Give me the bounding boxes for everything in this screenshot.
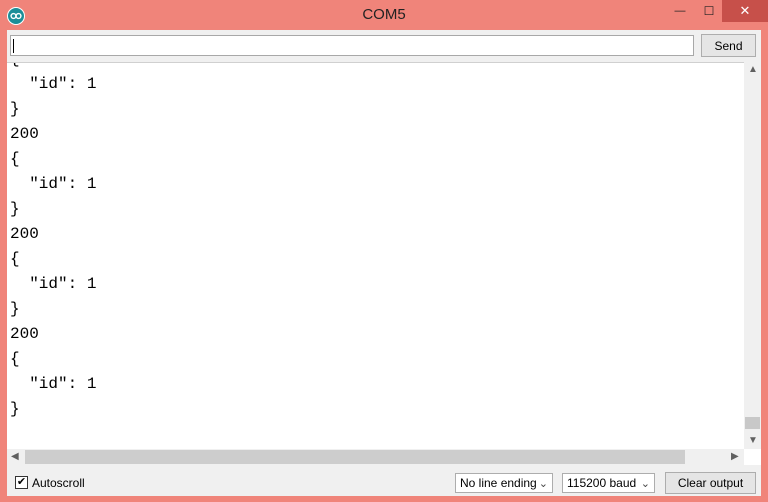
serial-input[interactable] — [10, 35, 694, 56]
horizontal-scrollbar[interactable]: ◀ ▶ — [7, 449, 744, 465]
title-bar: COM5 — ☐ ✕ — [0, 0, 768, 30]
output-line: "id": 1 — [10, 275, 97, 293]
output-line: 200 — [10, 225, 39, 243]
vertical-scrollbar[interactable]: ▲ ▼ — [744, 62, 761, 449]
scroll-down-icon[interactable]: ▼ — [748, 435, 758, 447]
output-line: } — [10, 100, 20, 118]
clear-output-button[interactable]: Clear output — [665, 472, 756, 494]
check-icon: ✔ — [16, 476, 27, 488]
window-title: COM5 — [362, 6, 406, 23]
send-row: Send — [7, 30, 761, 60]
maximize-icon: ☐ — [703, 4, 715, 18]
output-line: { — [10, 350, 20, 368]
serial-output[interactable]: { "id": 1} 200 { "id": 1} 200 { "id": 1} 200 {… — [7, 62, 761, 465]
horizontal-scroll-thumb[interactable] — [25, 450, 685, 464]
output-line: } — [10, 200, 20, 218]
output-line: { — [10, 150, 20, 168]
output-text: { "id": 1} 200 { "id": 1} 200 { "id": 1} 200 {… — [10, 63, 97, 422]
output-line: "id": 1 — [10, 375, 97, 393]
minimize-icon: — — [674, 5, 686, 17]
scroll-left-icon[interactable]: ◀ — [11, 451, 19, 463]
autoscroll-checkbox[interactable]: ✔ — [15, 476, 28, 489]
text-caret — [13, 39, 14, 53]
output-line: { — [10, 250, 20, 268]
serial-monitor: Send { "id": 1}200{ "id": 1}200{ "id": 1… — [7, 30, 761, 496]
output-line: "id": 1 — [10, 175, 97, 193]
maximize-button[interactable]: ☐ — [694, 0, 724, 22]
output-line: 200 — [10, 325, 39, 343]
chevron-down-icon: ⌄ — [640, 478, 650, 490]
bottom-bar: ✔ Autoscroll No line ending ⌄ 115200 bau… — [7, 466, 761, 496]
output-line: "id": 1 — [10, 75, 97, 93]
line-ending-value: No line ending — [460, 476, 537, 490]
baud-rate-value: 115200 baud — [567, 476, 637, 490]
chevron-down-icon: ⌄ — [538, 478, 548, 490]
minimize-button[interactable]: — — [665, 0, 695, 22]
vertical-scroll-thumb[interactable] — [745, 417, 760, 429]
output-line: 200 — [10, 125, 39, 143]
line-ending-select[interactable]: No line ending ⌄ — [455, 473, 553, 493]
output-line: } — [10, 300, 20, 318]
close-button[interactable]: ✕ — [722, 0, 768, 22]
scroll-right-icon[interactable]: ▶ — [731, 451, 739, 463]
output-line: } — [10, 400, 20, 418]
autoscroll-label[interactable]: Autoscroll — [32, 476, 85, 490]
close-icon: ✕ — [739, 3, 751, 18]
baud-rate-select[interactable]: 115200 baud ⌄ — [562, 473, 655, 493]
scroll-up-icon[interactable]: ▲ — [748, 64, 758, 76]
output-line: { — [10, 63, 96, 72]
send-button[interactable]: Send — [701, 34, 756, 57]
